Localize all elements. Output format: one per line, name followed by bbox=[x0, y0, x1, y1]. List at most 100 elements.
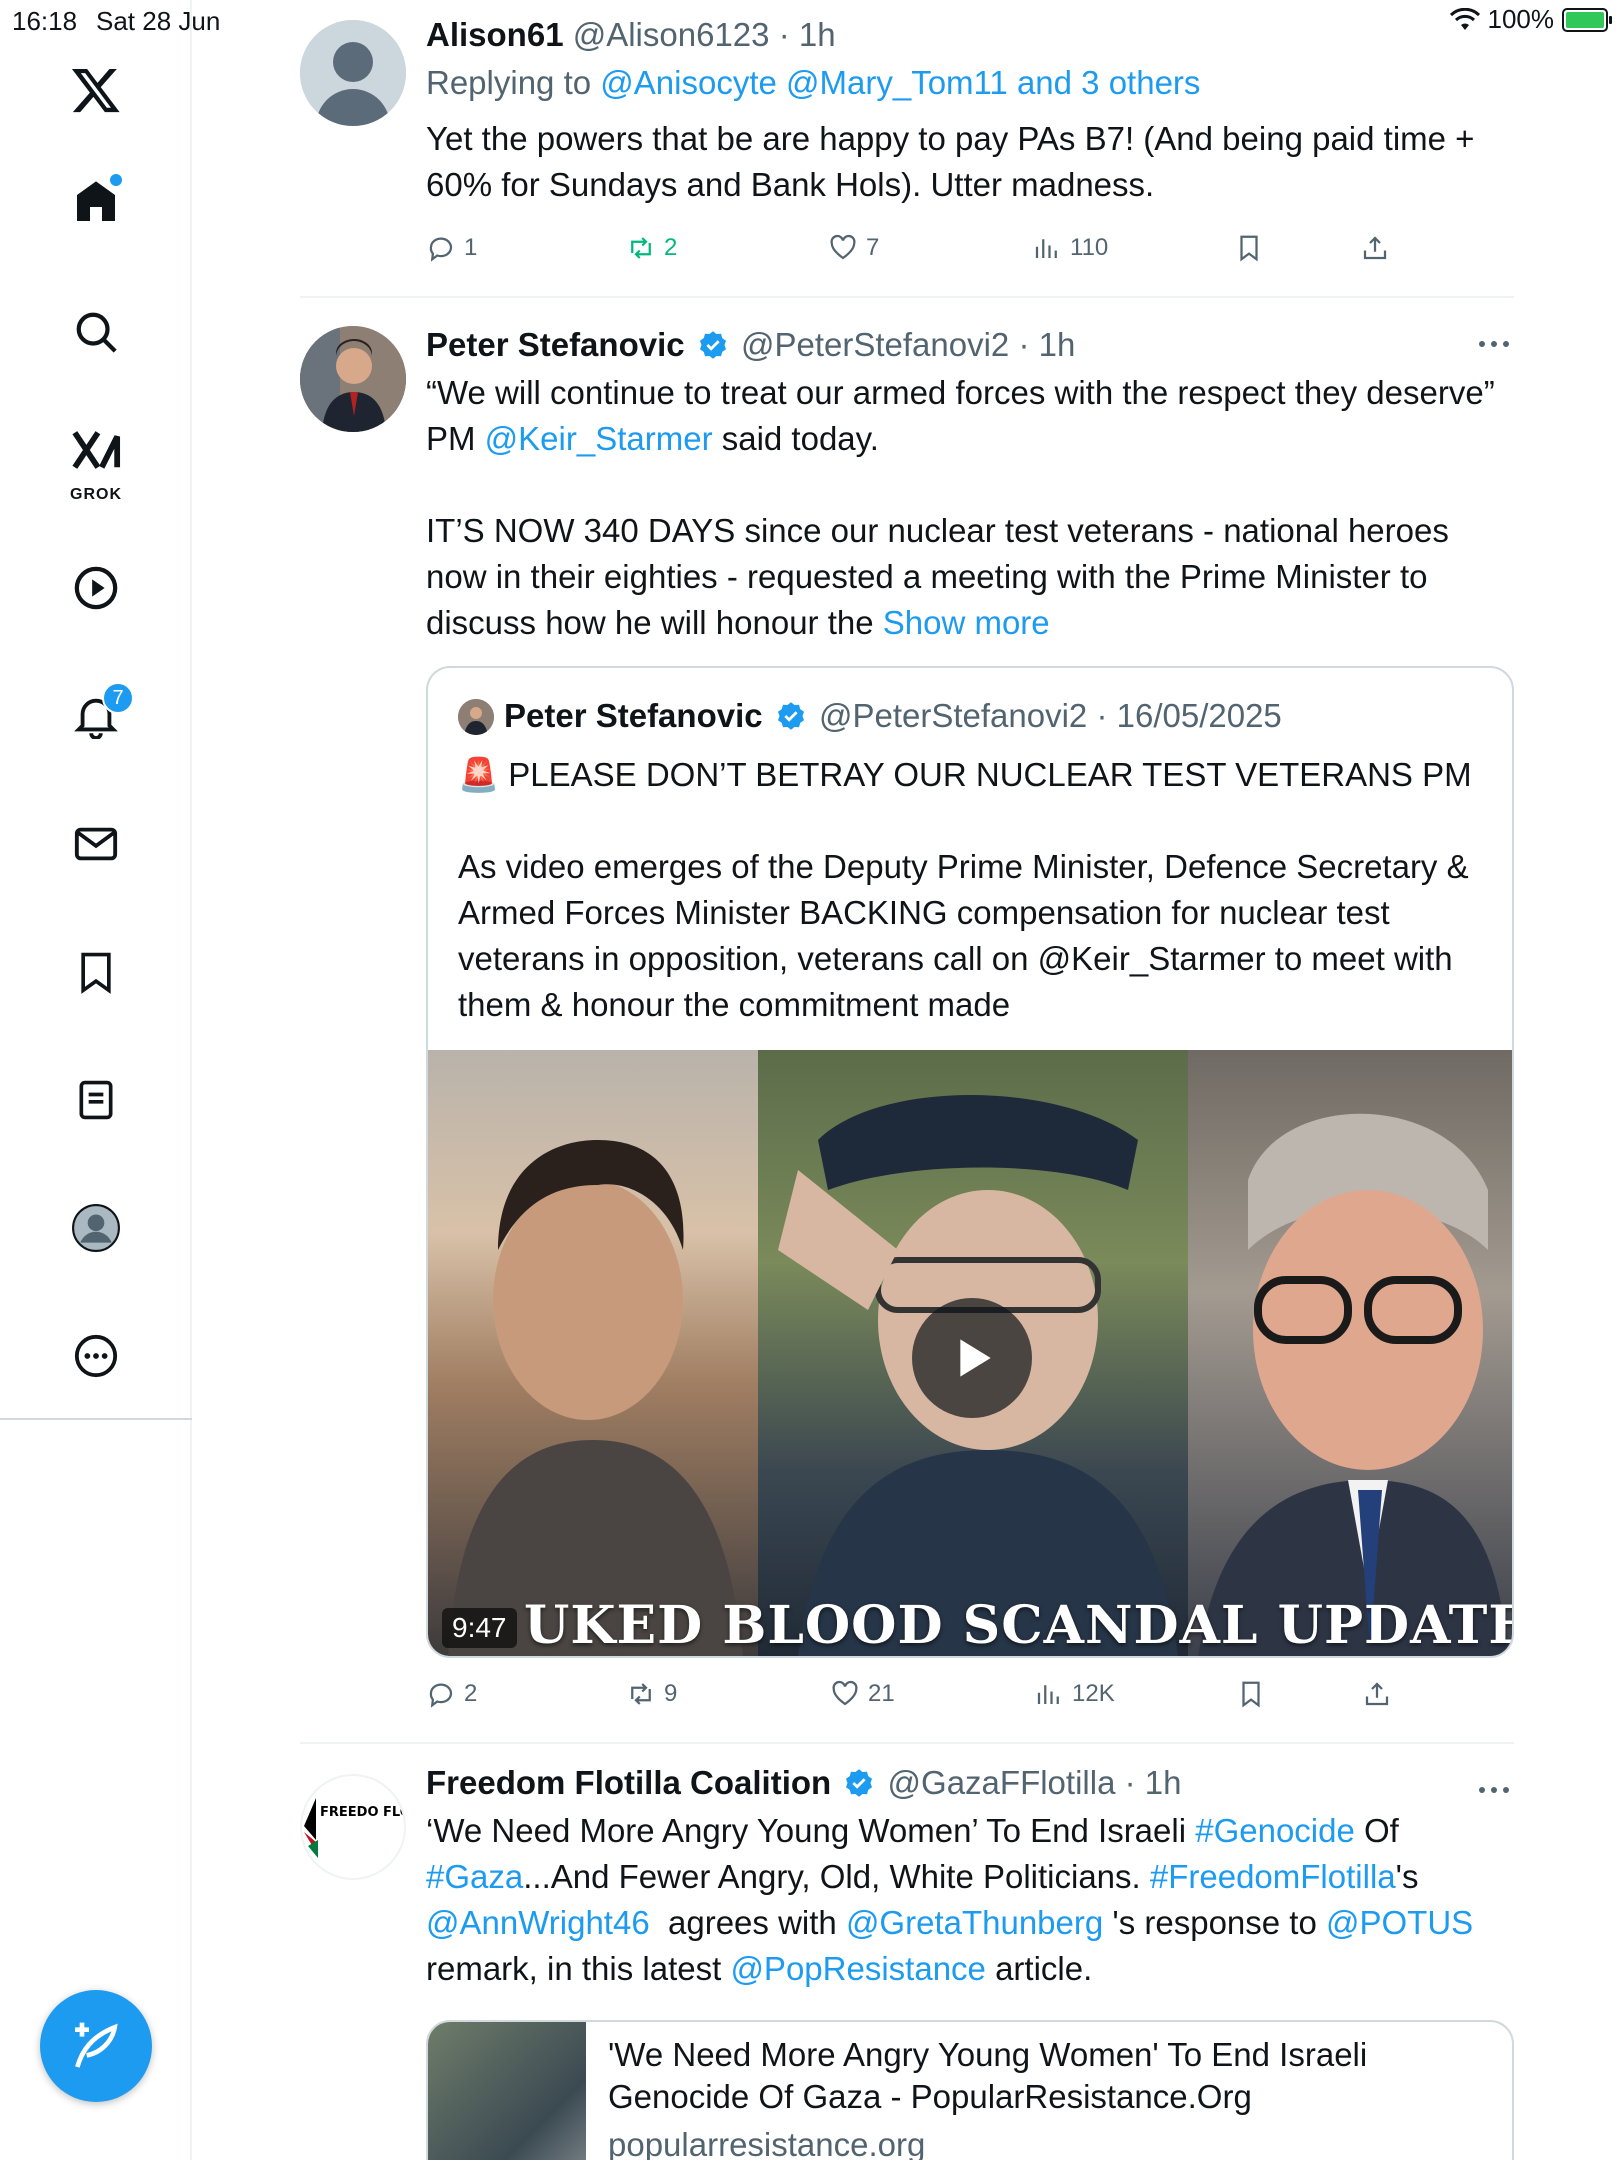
tweet-text-part: Of bbox=[1354, 1812, 1409, 1849]
verified-badge-icon bbox=[846, 1769, 873, 1797]
nav-lists[interactable] bbox=[56, 1060, 136, 1140]
tweet-text-part: agrees with bbox=[649, 1904, 846, 1941]
bookmark-button[interactable] bbox=[1234, 233, 1264, 263]
mention-link[interactable]: @GretaThunberg bbox=[846, 1904, 1103, 1941]
tweet-text-part: 's bbox=[1395, 1858, 1437, 1895]
author-name[interactable]: Alison61 bbox=[426, 16, 564, 53]
flotilla-logo-icon: FREEDO FLOTILL COALITI bbox=[304, 1798, 404, 1858]
share-icon bbox=[1363, 236, 1387, 260]
tweet-time[interactable]: · 1h bbox=[1018, 326, 1075, 363]
nav-search[interactable] bbox=[56, 292, 136, 372]
views-button[interactable]: 110 bbox=[1032, 233, 1108, 263]
mention-link[interactable]: @Keir_Starmer bbox=[485, 420, 713, 457]
grok-icon bbox=[72, 431, 121, 469]
author-name[interactable]: Peter Stefanovic bbox=[426, 326, 685, 363]
quote-author-name: Peter Stefanovic bbox=[504, 697, 763, 734]
avatar[interactable] bbox=[300, 20, 406, 126]
reply-count: 2 bbox=[464, 1680, 478, 1707]
repost-button[interactable]: 9 bbox=[626, 1679, 677, 1709]
repost-icon bbox=[631, 1683, 651, 1705]
author-handle[interactable]: @Alison6123 bbox=[573, 16, 770, 53]
share-button[interactable] bbox=[1360, 233, 1390, 263]
like-button[interactable]: 21 bbox=[830, 1679, 895, 1709]
verified-badge-icon bbox=[777, 702, 804, 730]
person-silhouette-icon bbox=[448, 1140, 743, 1656]
hashtag-link[interactable]: #FreedomFlotilla bbox=[1150, 1858, 1396, 1895]
quoted-tweet[interactable]: Peter Stefanovic @PeterStefanovi2 · 16/0… bbox=[426, 666, 1514, 1658]
quote-author-handle: @PeterStefanovi2 bbox=[818, 697, 1088, 734]
play-icon bbox=[960, 1339, 991, 1377]
views-button[interactable]: 12K bbox=[1034, 1679, 1115, 1709]
heart-icon bbox=[830, 234, 856, 260]
compose-post-button[interactable] bbox=[40, 1990, 152, 2102]
tweet-time[interactable]: · 1h bbox=[779, 16, 836, 53]
author-handle[interactable]: @GazaFFlotilla bbox=[888, 1764, 1116, 1801]
share-button[interactable] bbox=[1362, 1679, 1392, 1709]
tweet-text-part: article. bbox=[985, 1950, 1093, 1987]
bookmark-button[interactable] bbox=[1236, 1679, 1266, 1709]
like-count: 7 bbox=[866, 234, 880, 261]
mention-link[interactable]: @AnnWright46 bbox=[426, 1904, 650, 1941]
video-panel-right bbox=[1188, 1050, 1512, 1656]
author-handle[interactable]: @PeterStefanovi2 bbox=[741, 326, 1009, 363]
grok-label: GROK bbox=[70, 486, 122, 503]
bookmark-icon bbox=[81, 952, 111, 994]
more-circle-icon bbox=[74, 1334, 118, 1378]
link-preview-card[interactable]: 'We Need More Angry Young Women' To End … bbox=[426, 2020, 1514, 2160]
envelope-icon bbox=[74, 827, 118, 861]
tweet-alison61[interactable]: Alison61 @Alison6123 · 1h Replying to @A… bbox=[300, 0, 1514, 298]
verified-badge-icon bbox=[699, 331, 726, 359]
tweet-peter-stefanovic[interactable]: Peter Stefanovic @PeterStefanovi2 · 1h “… bbox=[300, 298, 1514, 1744]
like-count: 21 bbox=[868, 1680, 895, 1707]
play-circle-icon bbox=[74, 566, 118, 610]
nav-home[interactable] bbox=[56, 162, 136, 242]
quote-avatar-photo-icon bbox=[458, 699, 494, 735]
tweet-text: “We will continue to treat our armed for… bbox=[426, 370, 1514, 646]
home-unread-dot bbox=[110, 174, 122, 186]
compose-feather-icon bbox=[75, 2022, 118, 2068]
tweet-text-part: ...And Fewer Angry, Old, White Politicia… bbox=[523, 1858, 1150, 1895]
nav-messages[interactable] bbox=[56, 804, 136, 884]
views-chart-icon bbox=[1037, 1685, 1059, 1704]
hashtag-link[interactable]: #Genocide bbox=[1195, 1812, 1355, 1849]
repost-button[interactable]: 2 bbox=[626, 233, 677, 263]
x-logo[interactable] bbox=[56, 50, 136, 130]
hashtag-link[interactable]: #Gaza bbox=[426, 1858, 523, 1895]
nav-bookmarks[interactable] bbox=[56, 932, 136, 1012]
bookmark-icon bbox=[1240, 235, 1258, 262]
quote-text: 🚨 PLEASE DON’T BETRAY OUR NUCLEAR TEST V… bbox=[458, 756, 1472, 1023]
author-name[interactable]: Freedom Flotilla Coalition bbox=[426, 1764, 831, 1801]
nav-profile[interactable] bbox=[56, 1188, 136, 1268]
more-options-icon[interactable] bbox=[1474, 1784, 1514, 1796]
mention-link[interactable]: @PopResistance bbox=[730, 1950, 985, 1987]
tweet-text: ‘We Need More Angry Young Women’ To End … bbox=[426, 1808, 1514, 1992]
view-count: 12K bbox=[1072, 1680, 1115, 1707]
reply-button[interactable]: 1 bbox=[426, 233, 477, 263]
more-options-icon[interactable] bbox=[1474, 338, 1514, 350]
view-count: 110 bbox=[1070, 234, 1109, 261]
replying-to-users[interactable]: @Anisocyte @Mary_Tom11 and 3 others bbox=[600, 64, 1200, 101]
mention-link[interactable]: @POTUS bbox=[1326, 1904, 1473, 1941]
reply-button[interactable]: 2 bbox=[426, 1679, 477, 1709]
link-preview-thumbnail bbox=[428, 2022, 586, 2160]
x-logo-icon bbox=[71, 68, 120, 113]
video-player[interactable]: UKED BLOOD SCANDAL UPDATE 9:47 bbox=[428, 1050, 1512, 1656]
notifications-badge: 7 bbox=[102, 682, 134, 714]
battery-icon bbox=[1562, 7, 1612, 32]
replying-prefix: Replying to bbox=[426, 64, 601, 101]
avatar[interactable]: FREEDO FLOTILL COALITI bbox=[300, 1774, 406, 1880]
default-avatar-icon bbox=[300, 20, 406, 126]
tweet-header: Alison61 @Alison6123 · 1h bbox=[426, 14, 1514, 56]
play-button[interactable] bbox=[912, 1298, 1032, 1418]
like-button[interactable]: 7 bbox=[828, 233, 879, 263]
tweet-body: Peter Stefanovic @PeterStefanovi2 · 1h “… bbox=[426, 324, 1514, 646]
profile-avatar-icon bbox=[72, 1204, 120, 1252]
nav-notifications[interactable]: 7 bbox=[56, 676, 136, 756]
avatar[interactable] bbox=[300, 326, 406, 432]
tweet-time[interactable]: · 1h bbox=[1125, 1764, 1182, 1801]
share-icon bbox=[1365, 1682, 1389, 1706]
nav-more[interactable] bbox=[56, 1316, 136, 1396]
show-more-link[interactable]: Show more bbox=[883, 604, 1050, 641]
nav-video[interactable] bbox=[56, 548, 136, 628]
nav-grok[interactable]: GROK bbox=[56, 414, 136, 510]
